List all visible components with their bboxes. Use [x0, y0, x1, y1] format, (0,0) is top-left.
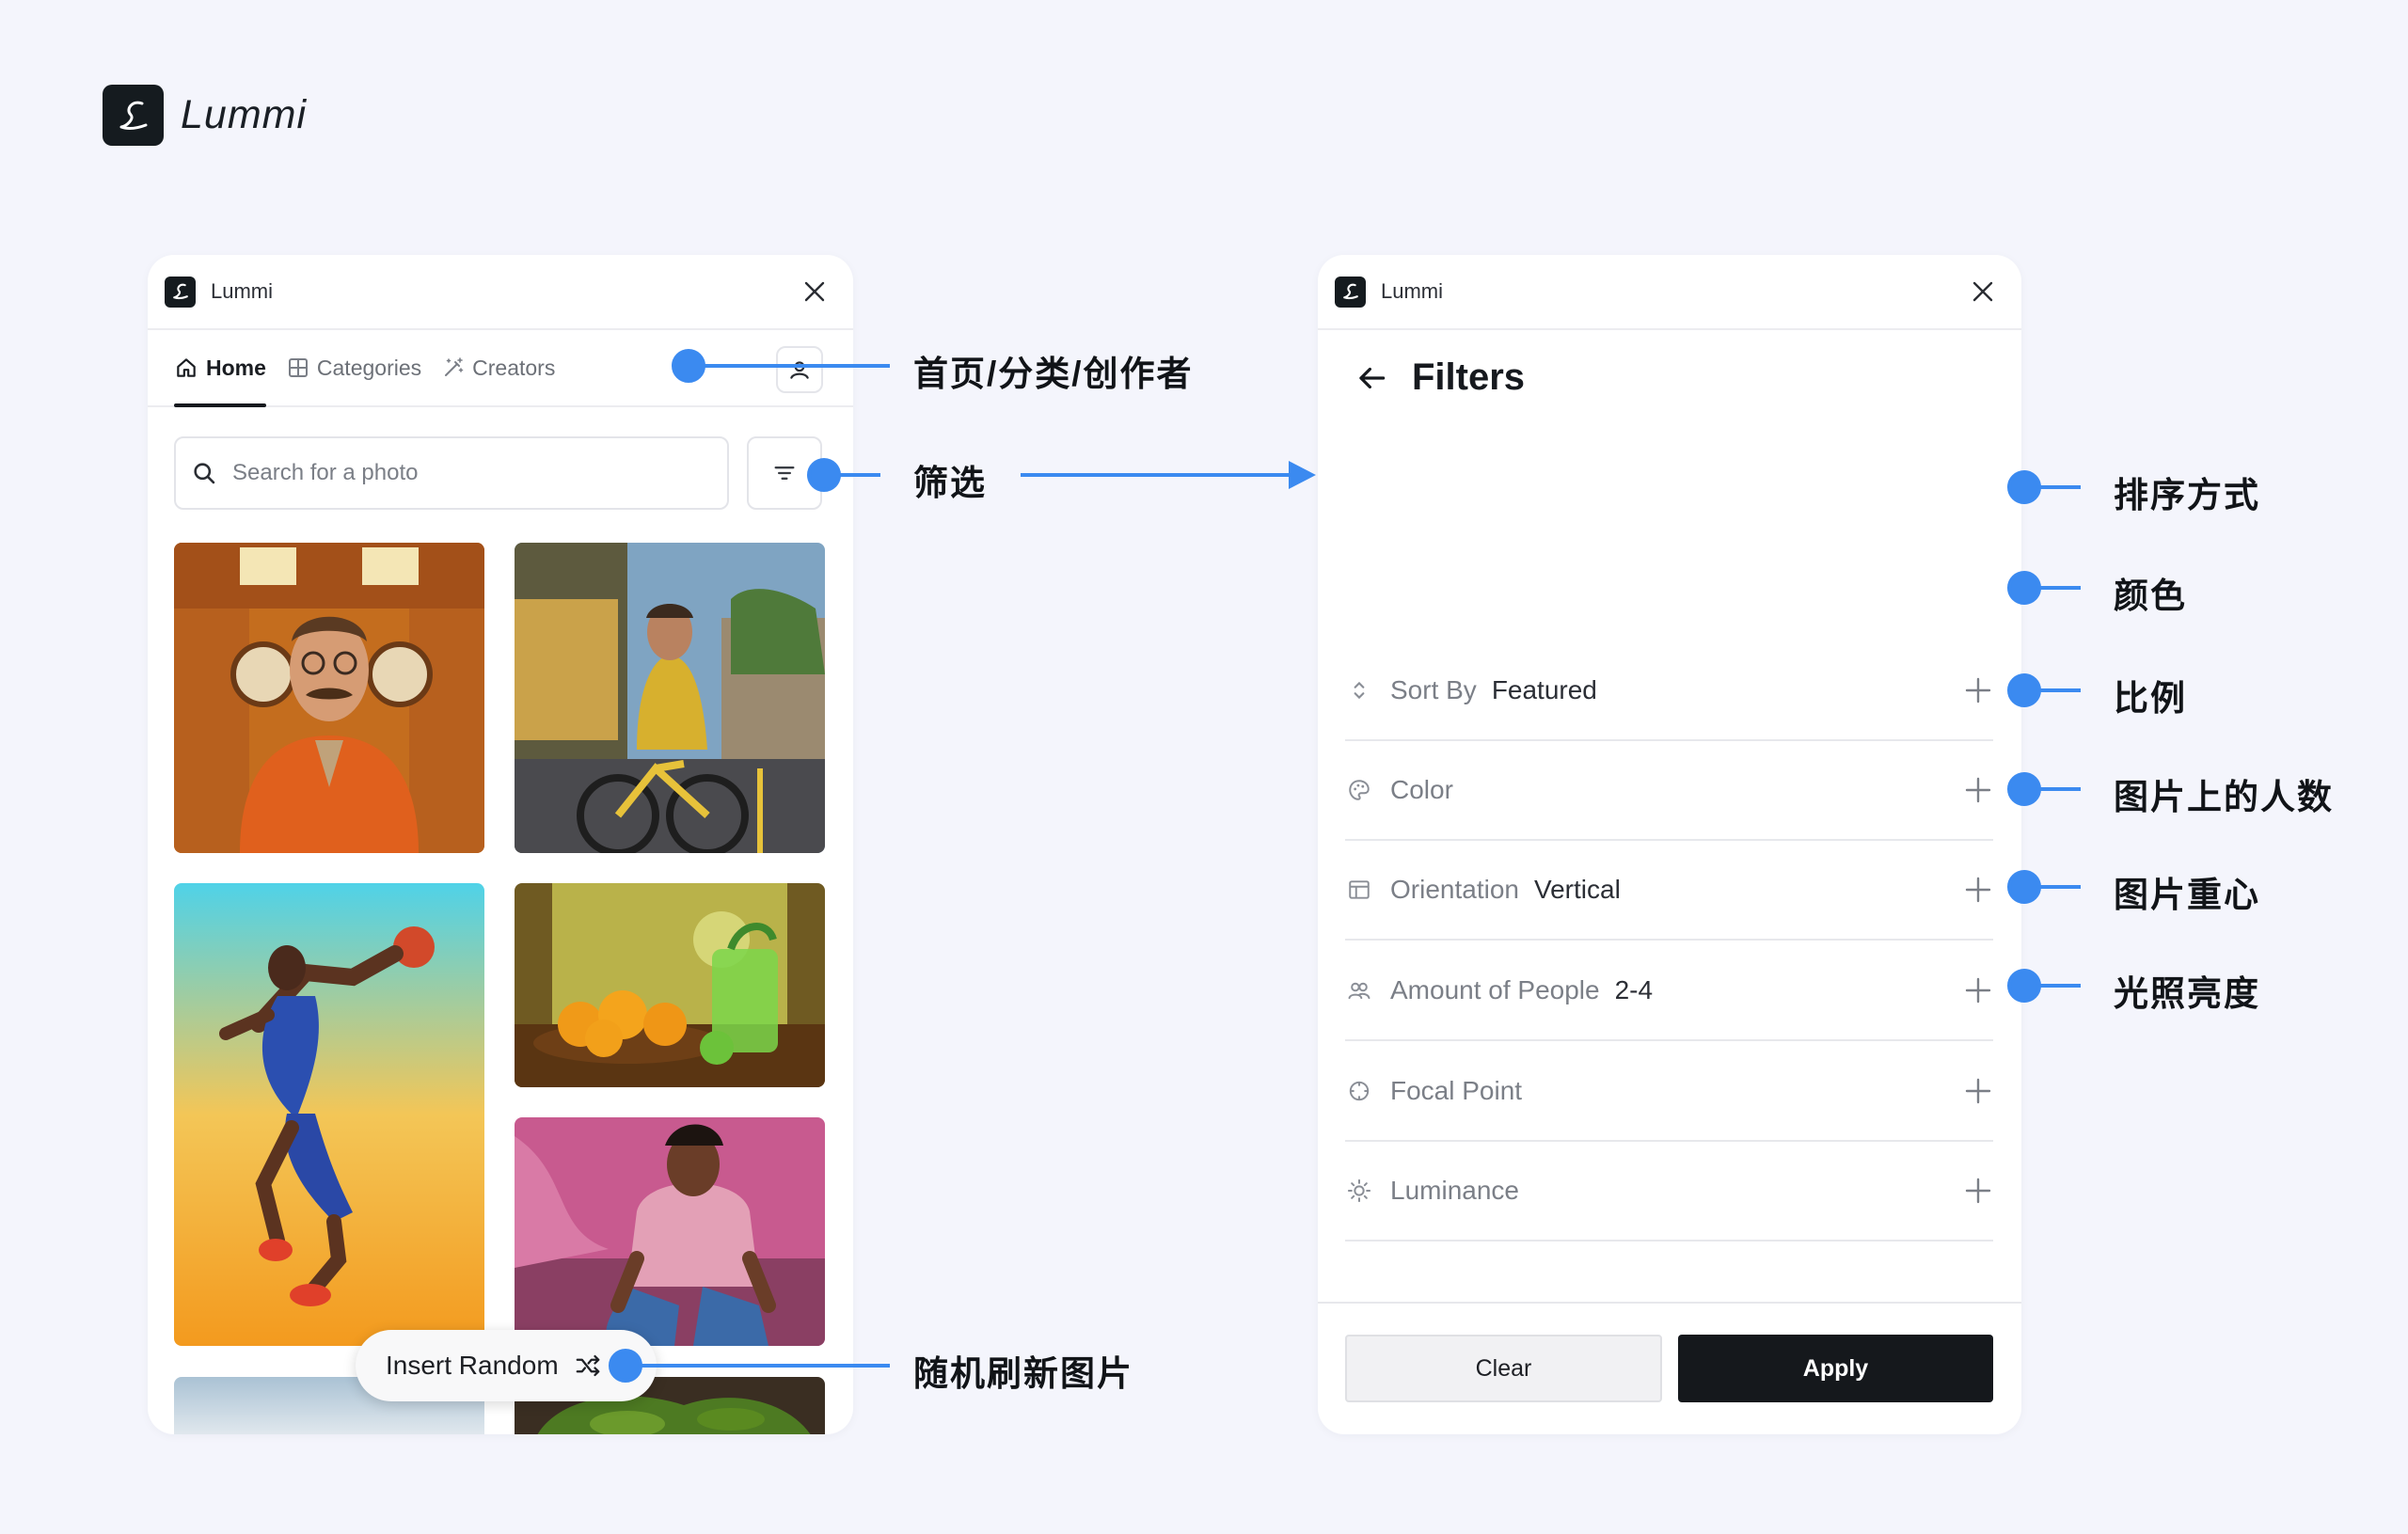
filter-label: Luminance [1390, 1175, 1519, 1205]
annotation-filter: 筛选 [913, 464, 987, 502]
search-icon [194, 463, 215, 484]
insert-random-label: Insert Random [386, 1351, 559, 1380]
filter-label: Sort By [1390, 674, 1477, 704]
brand-header: Lummi [103, 85, 307, 146]
filter-label: Orientation [1390, 874, 1519, 904]
filter-row-amount-of-people[interactable]: Amount of People 2-4 [1345, 941, 1993, 1041]
annotation-tabs: 首页/分类/创作者 [913, 355, 1194, 393]
nav-tabs: Home Categories Creators [148, 330, 853, 407]
plus-icon[interactable] [1963, 1176, 1993, 1206]
plus-icon[interactable] [1963, 1076, 1993, 1106]
plus-icon[interactable] [1963, 775, 1993, 805]
panel-title: Lummi [211, 279, 274, 303]
photo-cyclist[interactable] [515, 543, 825, 853]
plus-icon[interactable] [1963, 975, 1993, 1005]
plus-icon[interactable] [1963, 875, 1993, 905]
panel-title: Lummi [1381, 279, 1444, 303]
filter-value: Vertical [1533, 874, 1621, 904]
tab-categories[interactable]: Categories [287, 330, 421, 405]
tab-home-label: Home [206, 355, 266, 380]
people-icon [1345, 976, 1373, 1004]
lummi-logo-icon [165, 276, 196, 308]
filter-value: 2-4 [1614, 974, 1654, 1004]
annotation-sort: 排序方式 [2114, 476, 2260, 514]
annotation-ratio: 比例 [2114, 679, 2187, 718]
photo-man-pink-shirt[interactable] [515, 1117, 825, 1346]
lummi-logo-icon [1335, 276, 1366, 308]
tab-creators[interactable]: Creators [442, 330, 555, 405]
target-icon [1345, 1077, 1373, 1105]
script-l-logo-icon [103, 85, 164, 146]
photo-man-orange-suit[interactable] [174, 543, 484, 853]
filter-label: Focal Point [1390, 1075, 1523, 1105]
panel-header: Lummi [148, 255, 853, 330]
filter-row-orientation[interactable]: Orientation Vertical [1345, 840, 1993, 941]
back-arrow-icon[interactable] [1354, 360, 1389, 396]
annotation-people: 图片上的人数 [2114, 778, 2334, 816]
panel-header: Lummi [1318, 255, 2021, 330]
filter-value: Featured [1491, 674, 1597, 704]
tab-home[interactable]: Home [174, 330, 266, 407]
photo-oranges-drink[interactable] [515, 883, 825, 1087]
filter-lines-icon [774, 467, 795, 480]
search-field[interactable] [174, 436, 729, 510]
filter-row-sort-by[interactable]: Sort By Featured [1345, 640, 1993, 741]
photo-basketball-player[interactable] [174, 883, 484, 1346]
sort-arrows-icon [1345, 676, 1373, 704]
close-icon[interactable] [1967, 276, 1999, 308]
close-icon[interactable] [799, 276, 831, 308]
tab-creators-label: Creators [472, 355, 556, 380]
search-input[interactable] [230, 459, 686, 487]
tab-categories-label: Categories [316, 355, 422, 380]
shuffle-icon [576, 1354, 600, 1377]
magic-wand-icon [445, 357, 464, 376]
home-icon [177, 358, 196, 377]
insert-random-button[interactable]: Insert Random [356, 1330, 657, 1401]
lummi-filters-panel: Lummi Filters Sort By Featured Color Ori… [1318, 255, 2021, 1434]
palette-icon [1345, 776, 1373, 804]
filter-button[interactable] [747, 436, 822, 510]
annotation-luminance: 光照亮度 [2114, 974, 2260, 1013]
user-icon [790, 361, 809, 379]
filter-row-luminance[interactable]: Luminance [1345, 1141, 1993, 1241]
annotation-color: 颜色 [2114, 577, 2187, 615]
apply-button[interactable]: Apply [1678, 1335, 1993, 1402]
sun-icon [1345, 1177, 1373, 1205]
filters-heading: Filters [1354, 356, 1525, 399]
plus-icon[interactable] [1963, 675, 1993, 705]
annotation-random: 随机刷新图片 [913, 1354, 1133, 1393]
grid-icon [288, 358, 308, 377]
filter-label: Color [1390, 774, 1453, 804]
filter-row-focal-point[interactable]: Focal Point [1345, 1041, 1993, 1142]
lummi-home-panel: Lummi Home Categories Creators Search fo… [148, 255, 853, 1434]
filter-label: Amount of People [1390, 974, 1600, 1004]
brand-name: Lummi [181, 92, 308, 137]
annotation-focal: 图片重心 [2114, 876, 2260, 914]
filter-row-color[interactable]: Color [1345, 740, 1993, 841]
filters-title: Filters [1412, 356, 1526, 398]
layout-icon [1345, 876, 1373, 904]
clear-button[interactable]: Clear [1345, 1335, 1662, 1402]
profile-button[interactable] [776, 346, 823, 393]
